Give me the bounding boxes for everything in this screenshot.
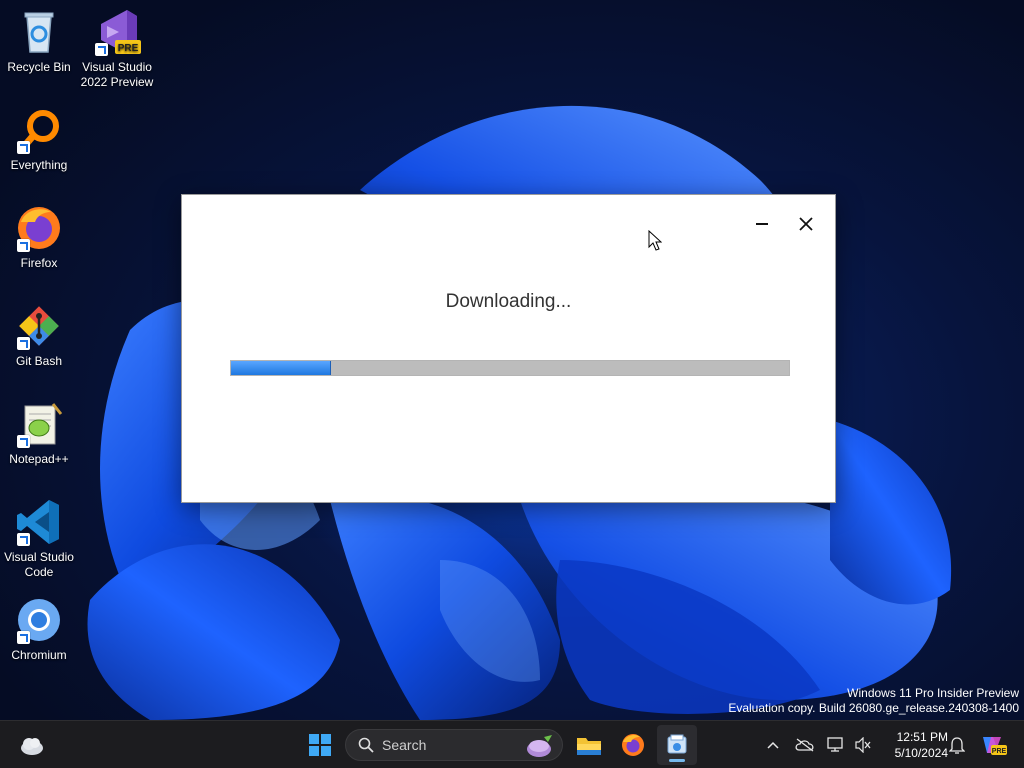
shortcut-arrow-icon [17,533,30,546]
firefox-icon [622,734,644,756]
vscode-icon [15,498,63,546]
monitor-icon [827,737,843,752]
desktop: Recycle Bin PRE Visual Studio 2022 Previ… [0,0,1024,720]
clock-date: 5/10/2024 [894,746,948,760]
start-button[interactable] [300,721,340,768]
show-hidden-icons-button[interactable] [762,721,784,768]
desktop-icon-label: Chromium [11,648,67,662]
shortcut-arrow-icon [17,239,30,252]
desktop-icon-label: Firefox [20,256,58,270]
git-bash-icon [15,302,63,350]
desktop-icon-label: Git Bash [15,354,63,368]
desktop-icon-visual-studio-code[interactable]: Visual Studio Code [0,498,78,580]
windows-watermark: Windows 11 Pro Insider Preview Evaluatio… [728,686,1019,716]
taskbar-firefox[interactable] [613,721,653,768]
visual-studio-preview-icon: PRE [93,8,141,56]
cloud-offline-icon [795,738,814,752]
firefox-icon [15,204,63,252]
taskbar-clock[interactable]: 12:51 PM 5/10/2024 [876,729,948,761]
search-placeholder: Search [382,737,427,753]
desktop-icon-recycle-bin[interactable]: Recycle Bin [0,8,78,75]
clock-time: 12:51 PM [896,730,948,744]
desktop-icon-everything[interactable]: Everything [0,106,78,173]
desktop-icon-label: Recycle Bin [7,60,71,74]
windows-logo-icon [309,734,331,756]
everything-search-icon [15,106,63,154]
widgets-button[interactable] [12,721,52,768]
folder-icon [577,738,601,755]
tray-volume[interactable] [851,721,875,768]
close-icon [799,217,813,231]
shortcut-arrow-icon [95,43,108,56]
desktop-icon-visual-studio-2022-preview[interactable]: PRE Visual Studio 2022 Preview [78,8,156,90]
desktop-icon-label: Notepad++ [9,452,69,466]
notepad-plus-plus-icon [15,400,63,448]
svg-text:PRE: PRE [992,748,1007,755]
speaker-muted-icon [855,737,871,753]
taskbar-file-explorer[interactable] [569,721,609,768]
close-button[interactable] [786,209,826,239]
taskbar: Search 12:51 PM 5/10/2024 PRE [0,720,1024,768]
desktop-icon-git-bash[interactable]: Git Bash [0,302,78,369]
recycle-bin-icon [15,8,63,56]
minimize-icon [756,223,768,225]
setup-installer-icon [667,734,687,754]
search-highlight-icon [527,735,552,757]
desktop-icon-label: Everything [10,158,68,172]
active-app-indicator [669,759,685,762]
search-icon [358,737,374,753]
watermark-build: Evaluation copy. Build 26080.ge_release.… [728,701,1019,715]
shortcut-arrow-icon [17,141,30,154]
shortcut-arrow-icon [17,435,30,448]
copilot-button[interactable]: PRE [976,721,1010,768]
desktop-icon-firefox[interactable]: Firefox [0,204,78,271]
desktop-icon-label: Visual Studio 2022 Preview [80,60,154,89]
desktop-icon-label: Visual Studio Code [4,550,74,579]
taskbar-search-box[interactable]: Search [345,729,563,761]
download-dialog: Downloading... [181,194,836,503]
desktop-icon-chromium[interactable]: Chromium [0,596,78,663]
svg-text:PRE: PRE [118,43,139,54]
minimize-button[interactable] [742,209,782,239]
tray-display[interactable] [824,721,848,768]
chevron-up-icon [767,741,779,749]
desktop-icon-notepad-plus-plus[interactable]: Notepad++ [0,400,78,467]
chromium-icon [15,596,63,644]
tray-onedrive[interactable] [793,721,817,768]
mouse-cursor-icon [648,230,662,251]
download-progress-fill [231,361,332,375]
watermark-edition: Windows 11 Pro Insider Preview [847,686,1019,700]
download-progress-bar [230,360,790,376]
shortcut-arrow-icon [17,337,30,350]
download-status-text: Downloading... [445,291,572,312]
bell-icon [949,737,965,754]
weather-cloud-icon [21,738,43,755]
copilot-icon: PRE [983,737,1007,755]
taskbar-setup-app[interactable] [657,725,697,765]
notifications-button[interactable] [946,721,968,768]
shortcut-arrow-icon [17,631,30,644]
